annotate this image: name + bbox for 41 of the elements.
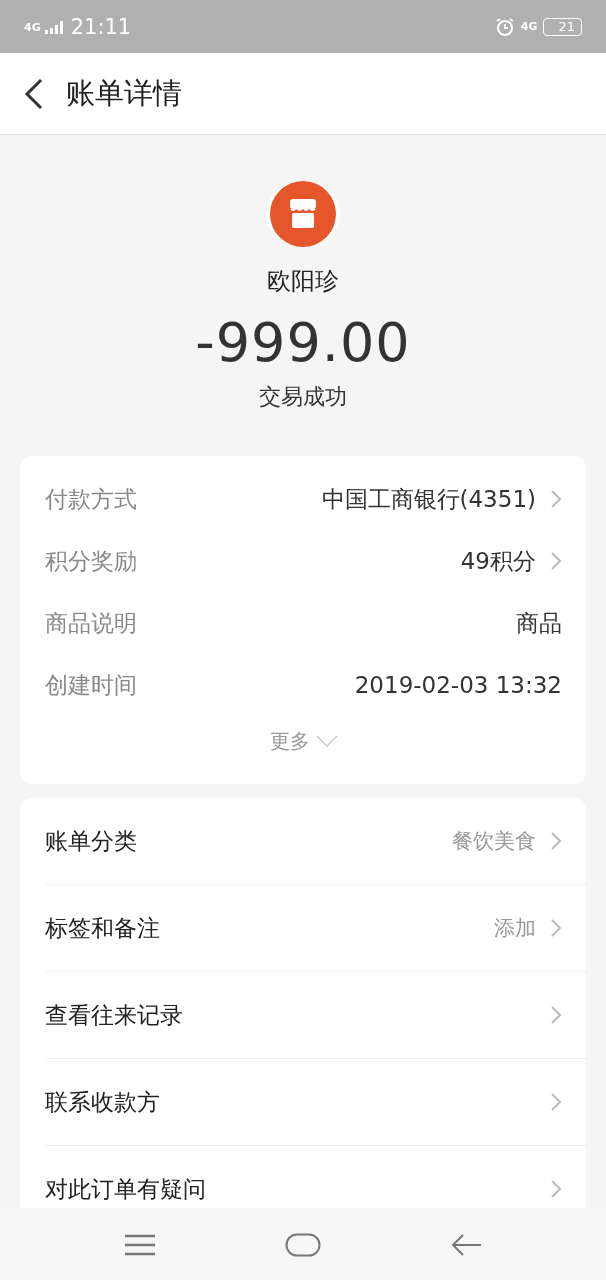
transaction-status: 交易成功 bbox=[259, 383, 347, 411]
chevron-right-icon bbox=[550, 489, 562, 509]
chevron-right-icon bbox=[550, 918, 562, 938]
network-label: 4G bbox=[24, 20, 41, 34]
chevron-right-icon bbox=[550, 551, 562, 571]
action-label[interactable]: 查看往来记录 bbox=[45, 999, 536, 1031]
action-label[interactable]: 联系收款方 bbox=[45, 1086, 536, 1118]
chevron-right-icon bbox=[550, 831, 562, 851]
menu-button[interactable] bbox=[124, 1233, 157, 1256]
action-value: 添加 bbox=[494, 915, 536, 942]
detail-value: 49积分 bbox=[460, 546, 536, 576]
detail-value: 中国工商银行(4351) bbox=[321, 484, 536, 514]
chevron-down-icon bbox=[315, 735, 338, 747]
action-label[interactable]: 账单分类 bbox=[45, 825, 452, 857]
detail-label: 创建时间 bbox=[45, 670, 138, 700]
chevron-right-icon bbox=[550, 1005, 562, 1025]
signal-icon bbox=[44, 19, 65, 34]
home-button[interactable] bbox=[285, 1232, 321, 1257]
back-arrow-icon bbox=[449, 1232, 482, 1257]
detail-label: 商品说明 bbox=[45, 608, 138, 638]
alarm-icon bbox=[494, 16, 515, 37]
chevron-right-icon bbox=[550, 1092, 562, 1112]
action-label[interactable]: 标签和备注 bbox=[45, 912, 494, 944]
detail-value: 商品 bbox=[516, 608, 562, 638]
amount: -999.00 bbox=[195, 311, 411, 374]
page-title: 账单详情 bbox=[66, 74, 182, 112]
action-value: 餐饮美食 bbox=[452, 828, 536, 855]
clock: 21:11 bbox=[70, 14, 132, 39]
battery-indicator: 21 bbox=[543, 17, 582, 36]
back-button[interactable] bbox=[24, 77, 44, 110]
chevron-right-icon bbox=[550, 1179, 562, 1199]
action-label[interactable]: 对此订单有疑问 bbox=[45, 1173, 536, 1205]
detail-label: 付款方式 bbox=[45, 484, 138, 514]
network-label: 4G bbox=[520, 20, 538, 33]
menu-icon bbox=[124, 1233, 157, 1256]
detail-value: 2019-02-03 13:32 bbox=[354, 672, 562, 698]
merchant-name: 欧阳珍 bbox=[267, 266, 339, 297]
back-icon bbox=[24, 77, 44, 110]
home-icon bbox=[285, 1232, 321, 1257]
back-nav-button[interactable] bbox=[449, 1232, 482, 1257]
detail-label: 积分奖励 bbox=[45, 546, 138, 576]
